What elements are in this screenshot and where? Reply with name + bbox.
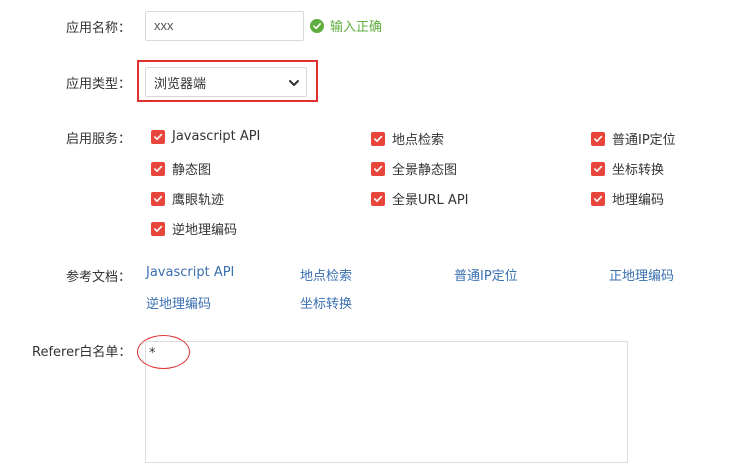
doc-link-javascript-api[interactable]: Javascript API xyxy=(146,265,234,280)
doc-link-place-search[interactable]: 地点检索 xyxy=(300,265,352,284)
service-label: 普通IP定位 xyxy=(612,133,676,148)
doc-link-ip-location[interactable]: 普通IP定位 xyxy=(454,265,518,284)
check-circle-icon xyxy=(310,18,324,33)
service-label: 全景URL API xyxy=(392,193,469,208)
app-name-status: 输入正确 xyxy=(310,16,382,35)
app-name-label: 应用名称： xyxy=(66,21,132,36)
service-label: 静态图 xyxy=(172,163,212,178)
service-panorama-url[interactable]: 全景URL API xyxy=(371,189,469,208)
service-coord-convert[interactable]: 坐标转换 xyxy=(591,159,664,178)
service-ip-location[interactable]: 普通IP定位 xyxy=(591,129,676,148)
checkbox-checked-icon[interactable] xyxy=(591,161,605,176)
doc-link-coord-convert[interactable]: 坐标转换 xyxy=(300,293,352,312)
app-type-value: 浏览器端 xyxy=(154,76,207,92)
checkbox-checked-icon[interactable] xyxy=(371,161,385,176)
app-type-select[interactable]: 浏览器端 xyxy=(145,67,307,97)
service-label: 坐标转换 xyxy=(612,163,665,178)
checkbox-checked-icon[interactable] xyxy=(151,191,165,206)
docs-label: 参考文档： xyxy=(66,270,132,285)
checkbox-checked-icon[interactable] xyxy=(151,221,165,236)
service-label: 全景静态图 xyxy=(392,163,458,178)
checkbox-checked-icon[interactable] xyxy=(591,191,605,206)
app-type-label: 应用类型： xyxy=(66,77,132,92)
app-name-input[interactable]: xxx xyxy=(145,11,304,41)
service-eagle-eye[interactable]: 鹰眼轨迹 xyxy=(151,189,224,208)
checkbox-checked-icon[interactable] xyxy=(371,191,385,206)
checkbox-checked-icon[interactable] xyxy=(151,161,165,176)
service-label: 地点检索 xyxy=(392,133,445,148)
service-label: 逆地理编码 xyxy=(172,223,238,238)
referer-textarea[interactable]: * xyxy=(145,341,628,463)
service-javascript-api[interactable]: Javascript API xyxy=(151,129,260,144)
service-geocoding[interactable]: 地理编码 xyxy=(591,189,664,208)
referer-highlight xyxy=(137,335,190,369)
app-name-value: xxx xyxy=(154,18,174,33)
service-label: 地理编码 xyxy=(612,193,665,208)
referer-label: Referer白名单： xyxy=(32,345,132,360)
service-place-search[interactable]: 地点检索 xyxy=(371,129,444,148)
checkbox-checked-icon[interactable] xyxy=(591,131,605,146)
service-label: 鹰眼轨迹 xyxy=(172,193,225,208)
app-name-status-text: 输入正确 xyxy=(330,20,383,35)
services-label: 启用服务： xyxy=(66,132,132,147)
service-panorama-static[interactable]: 全景静态图 xyxy=(371,159,457,178)
app-form: 应用名称： xxx 输入正确 应用类型： 浏览器端 启用服务： Javascri… xyxy=(0,0,736,476)
service-static-map[interactable]: 静态图 xyxy=(151,159,211,178)
service-reverse-geocoding[interactable]: 逆地理编码 xyxy=(151,219,237,238)
doc-link-reverse-geocoding[interactable]: 逆地理编码 xyxy=(146,293,211,312)
service-label: Javascript API xyxy=(172,129,261,144)
chevron-down-icon xyxy=(288,77,300,93)
checkbox-checked-icon[interactable] xyxy=(151,129,165,144)
doc-link-geocoding[interactable]: 正地理编码 xyxy=(609,265,674,284)
checkbox-checked-icon[interactable] xyxy=(371,131,385,146)
